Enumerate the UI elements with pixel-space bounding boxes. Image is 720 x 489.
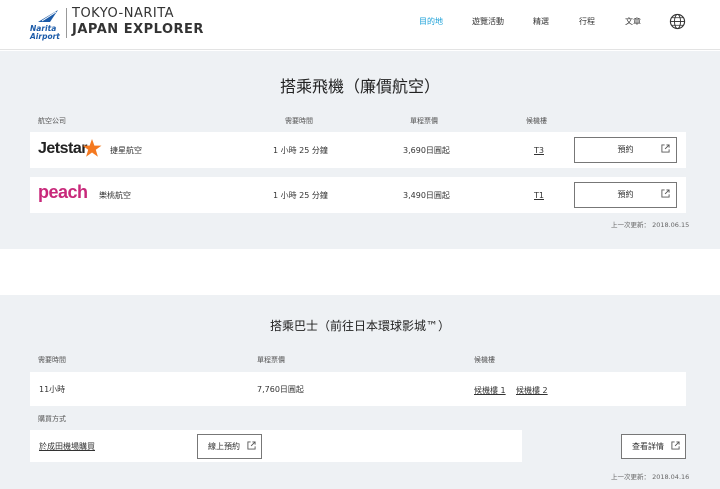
nav-activities[interactable]: 遊覽活動 — [472, 16, 504, 27]
col-duration: 需要時間 — [38, 356, 66, 364]
view-details-button[interactable]: 查看詳情 — [621, 434, 686, 459]
book-button-label: 預約 — [617, 190, 634, 199]
airline-name: 捷星航空 — [110, 146, 142, 155]
bus-updated: 上一次更新： 2018.04.16 — [611, 473, 690, 481]
col-fare: 單程票價 — [410, 117, 438, 125]
flight-fare: 3,690日圓起 — [403, 146, 450, 155]
external-link-icon — [247, 441, 256, 450]
flight-fare: 3,490日圓起 — [403, 191, 450, 200]
bus-info-row: 11小時 7,760日圓起 候機樓 1 候機樓 2 — [30, 372, 686, 406]
logo-text-airport: Airport — [30, 32, 60, 41]
purchase-row: 於成田機場購買 線上預約 — [30, 430, 522, 462]
online-booking-label: 線上預約 — [208, 442, 240, 451]
terminal-link[interactable]: T3 — [534, 146, 544, 155]
col-terminal: 候機樓 — [474, 356, 495, 364]
book-button[interactable]: 預約 — [574, 182, 677, 208]
flights-title: 搭乘飛機（廉價航空） — [279, 77, 440, 96]
col-fare: 單程票價 — [257, 356, 285, 364]
terminal-1-link[interactable]: 候機樓 1 — [474, 385, 506, 396]
airline-name: 樂桃航空 — [99, 191, 131, 200]
nav-destinations[interactable]: 目的地 — [419, 16, 443, 27]
globe-icon[interactable] — [669, 13, 686, 30]
brand-title-line1[interactable]: TOKYO-NARITA — [72, 6, 174, 21]
external-link-icon — [661, 189, 670, 198]
col-terminal: 候機樓 — [526, 117, 547, 125]
flights-updated: 上一次更新： 2018.06.15 — [611, 221, 690, 229]
nav-featured[interactable]: 精選 — [533, 16, 549, 27]
book-button[interactable]: 預約 — [574, 137, 677, 163]
jetstar-star-icon — [82, 139, 102, 157]
col-duration: 需要時間 — [285, 117, 313, 125]
col-airline: 航空公司 — [38, 117, 66, 125]
logo-divider — [66, 8, 67, 38]
view-details-label: 查看詳情 — [632, 442, 664, 451]
jetstar-logo: Jetstar — [38, 140, 87, 157]
plane-logo-icon — [38, 10, 58, 22]
book-button-label: 預約 — [617, 145, 634, 154]
nav-itinerary[interactable]: 行程 — [579, 16, 595, 27]
external-link-icon — [661, 144, 670, 153]
bus-title: 搭乘巴士（前往日本環球影城™） — [269, 319, 450, 333]
flight-row-peach: peach 樂桃航空 1 小時 25 分鐘 3,490日圓起 T1 預約 — [30, 177, 686, 213]
brand-title-line2[interactable]: JAPAN EXPLORER — [72, 22, 204, 37]
bus-duration: 11小時 — [39, 385, 66, 394]
terminal-2-link[interactable]: 候機樓 2 — [516, 385, 548, 396]
flight-duration: 1 小時 25 分鐘 — [273, 146, 328, 155]
external-link-icon — [671, 441, 680, 450]
peach-logo: peach — [38, 182, 88, 202]
buy-at-airport-link[interactable]: 於成田機場購買 — [39, 441, 95, 452]
nav-articles[interactable]: 文章 — [625, 16, 641, 27]
narita-airport-logo[interactable]: Narita Airport — [30, 8, 63, 41]
site-header: Narita Airport TOKYO-NARITA JAPAN EXPLOR… — [0, 0, 720, 50]
flight-duration: 1 小時 25 分鐘 — [273, 191, 328, 200]
online-booking-button[interactable]: 線上預約 — [197, 434, 262, 459]
terminal-link[interactable]: T1 — [534, 191, 544, 200]
bus-fare: 7,760日圓起 — [257, 385, 304, 394]
purchase-method-label: 購買方式 — [38, 415, 66, 423]
flight-row-jetstar: Jetstar 捷星航空 1 小時 25 分鐘 3,690日圓起 T3 預約 — [30, 132, 686, 168]
